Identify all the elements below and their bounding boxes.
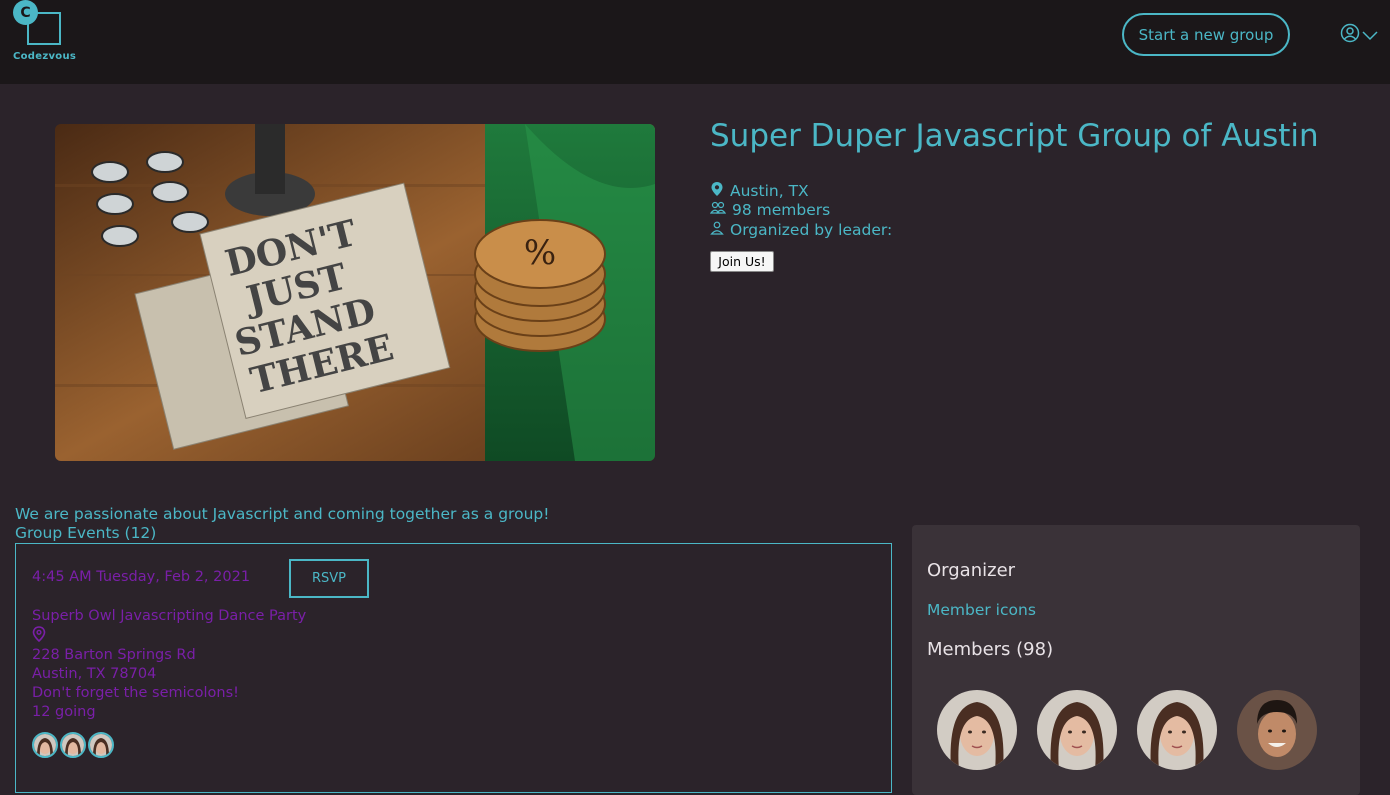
group-members-count: 98 members	[709, 201, 831, 219]
member-avatar[interactable]	[1137, 690, 1217, 770]
top-nav-bar: C Codezvous Start a new group	[0, 0, 1390, 84]
members-text: 98 members	[732, 201, 831, 219]
logo-text: Codezvous	[13, 51, 77, 62]
member-avatar[interactable]	[1037, 690, 1117, 770]
event-title[interactable]: Superb Owl Javascripting Dance Party	[32, 608, 306, 624]
people-icon	[709, 201, 727, 219]
group-events-heading: Group Events (12)	[15, 524, 157, 542]
attendee-avatar[interactable]	[32, 732, 58, 758]
event-going-count: 12 going	[32, 704, 96, 720]
user-circle-icon	[1340, 23, 1360, 47]
member-avatar[interactable]	[937, 690, 1017, 770]
organizer-heading: Organizer	[927, 560, 1016, 581]
member-icons-link[interactable]: Member icons	[927, 601, 1036, 619]
group-details: We are passionate about Javascript and c…	[0, 505, 1390, 795]
members-panel: Organizer Member icons Members (98)	[912, 525, 1360, 795]
group-cover-image: % DON'T JUST STAND THERE	[55, 124, 655, 461]
codezvous-logo[interactable]: C Codezvous	[13, 0, 83, 66]
rsvp-button[interactable]: RSVP	[289, 559, 369, 598]
event-description: Don't forget the semicolons!	[32, 685, 239, 701]
organized-by-text: Organized by leader:	[730, 221, 893, 239]
group-about: We are passionate about Javascript and c…	[15, 505, 550, 523]
members-heading: Members (98)	[927, 639, 1054, 660]
svg-text:%: %	[524, 233, 556, 273]
attendee-avatar[interactable]	[60, 732, 86, 758]
member-avatar[interactable]	[1237, 690, 1317, 770]
event-address-line1: 228 Barton Springs Rd	[32, 647, 196, 663]
group-location: Austin, TX	[710, 181, 809, 201]
event-attendees	[32, 732, 114, 758]
group-organizer: Organized by leader:	[710, 221, 892, 239]
start-new-group-button[interactable]: Start a new group	[1122, 13, 1290, 56]
chevron-down-icon	[1362, 26, 1378, 45]
event-card[interactable]: 4:45 AM Tuesday, Feb 2, 2021 RSVP Superb…	[15, 543, 892, 793]
location-text: Austin, TX	[730, 182, 809, 200]
map-pin-icon	[710, 181, 724, 201]
attendee-avatar[interactable]	[88, 732, 114, 758]
person-icon	[710, 221, 724, 239]
event-datetime: 4:45 AM Tuesday, Feb 2, 2021	[32, 569, 251, 585]
event-address-line2: Austin, TX 78704	[32, 666, 157, 682]
join-group-button[interactable]: Join Us!	[710, 251, 774, 272]
logo-letter: C	[13, 0, 38, 25]
group-title: Super Duper Javascript Group of Austin	[710, 118, 1319, 154]
member-avatar-list	[937, 690, 1317, 770]
user-menu-button[interactable]	[1340, 23, 1380, 47]
event-map-pin-icon	[32, 626, 46, 646]
